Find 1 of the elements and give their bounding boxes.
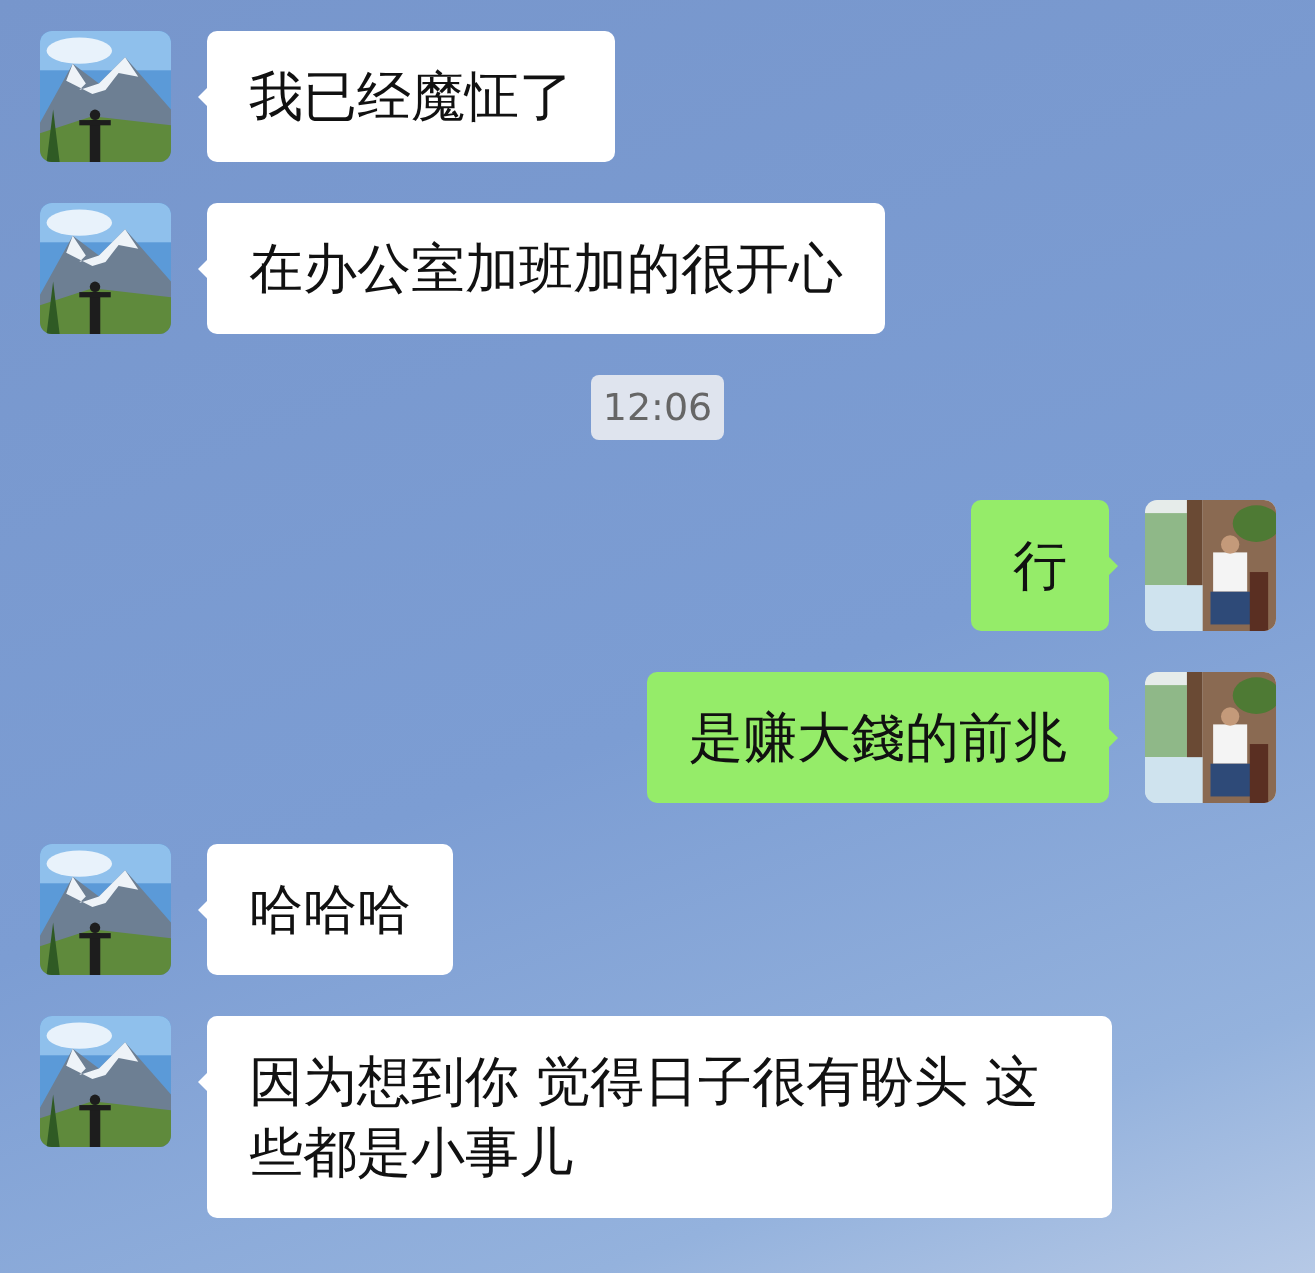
timestamp: 12:06 (590, 375, 725, 440)
